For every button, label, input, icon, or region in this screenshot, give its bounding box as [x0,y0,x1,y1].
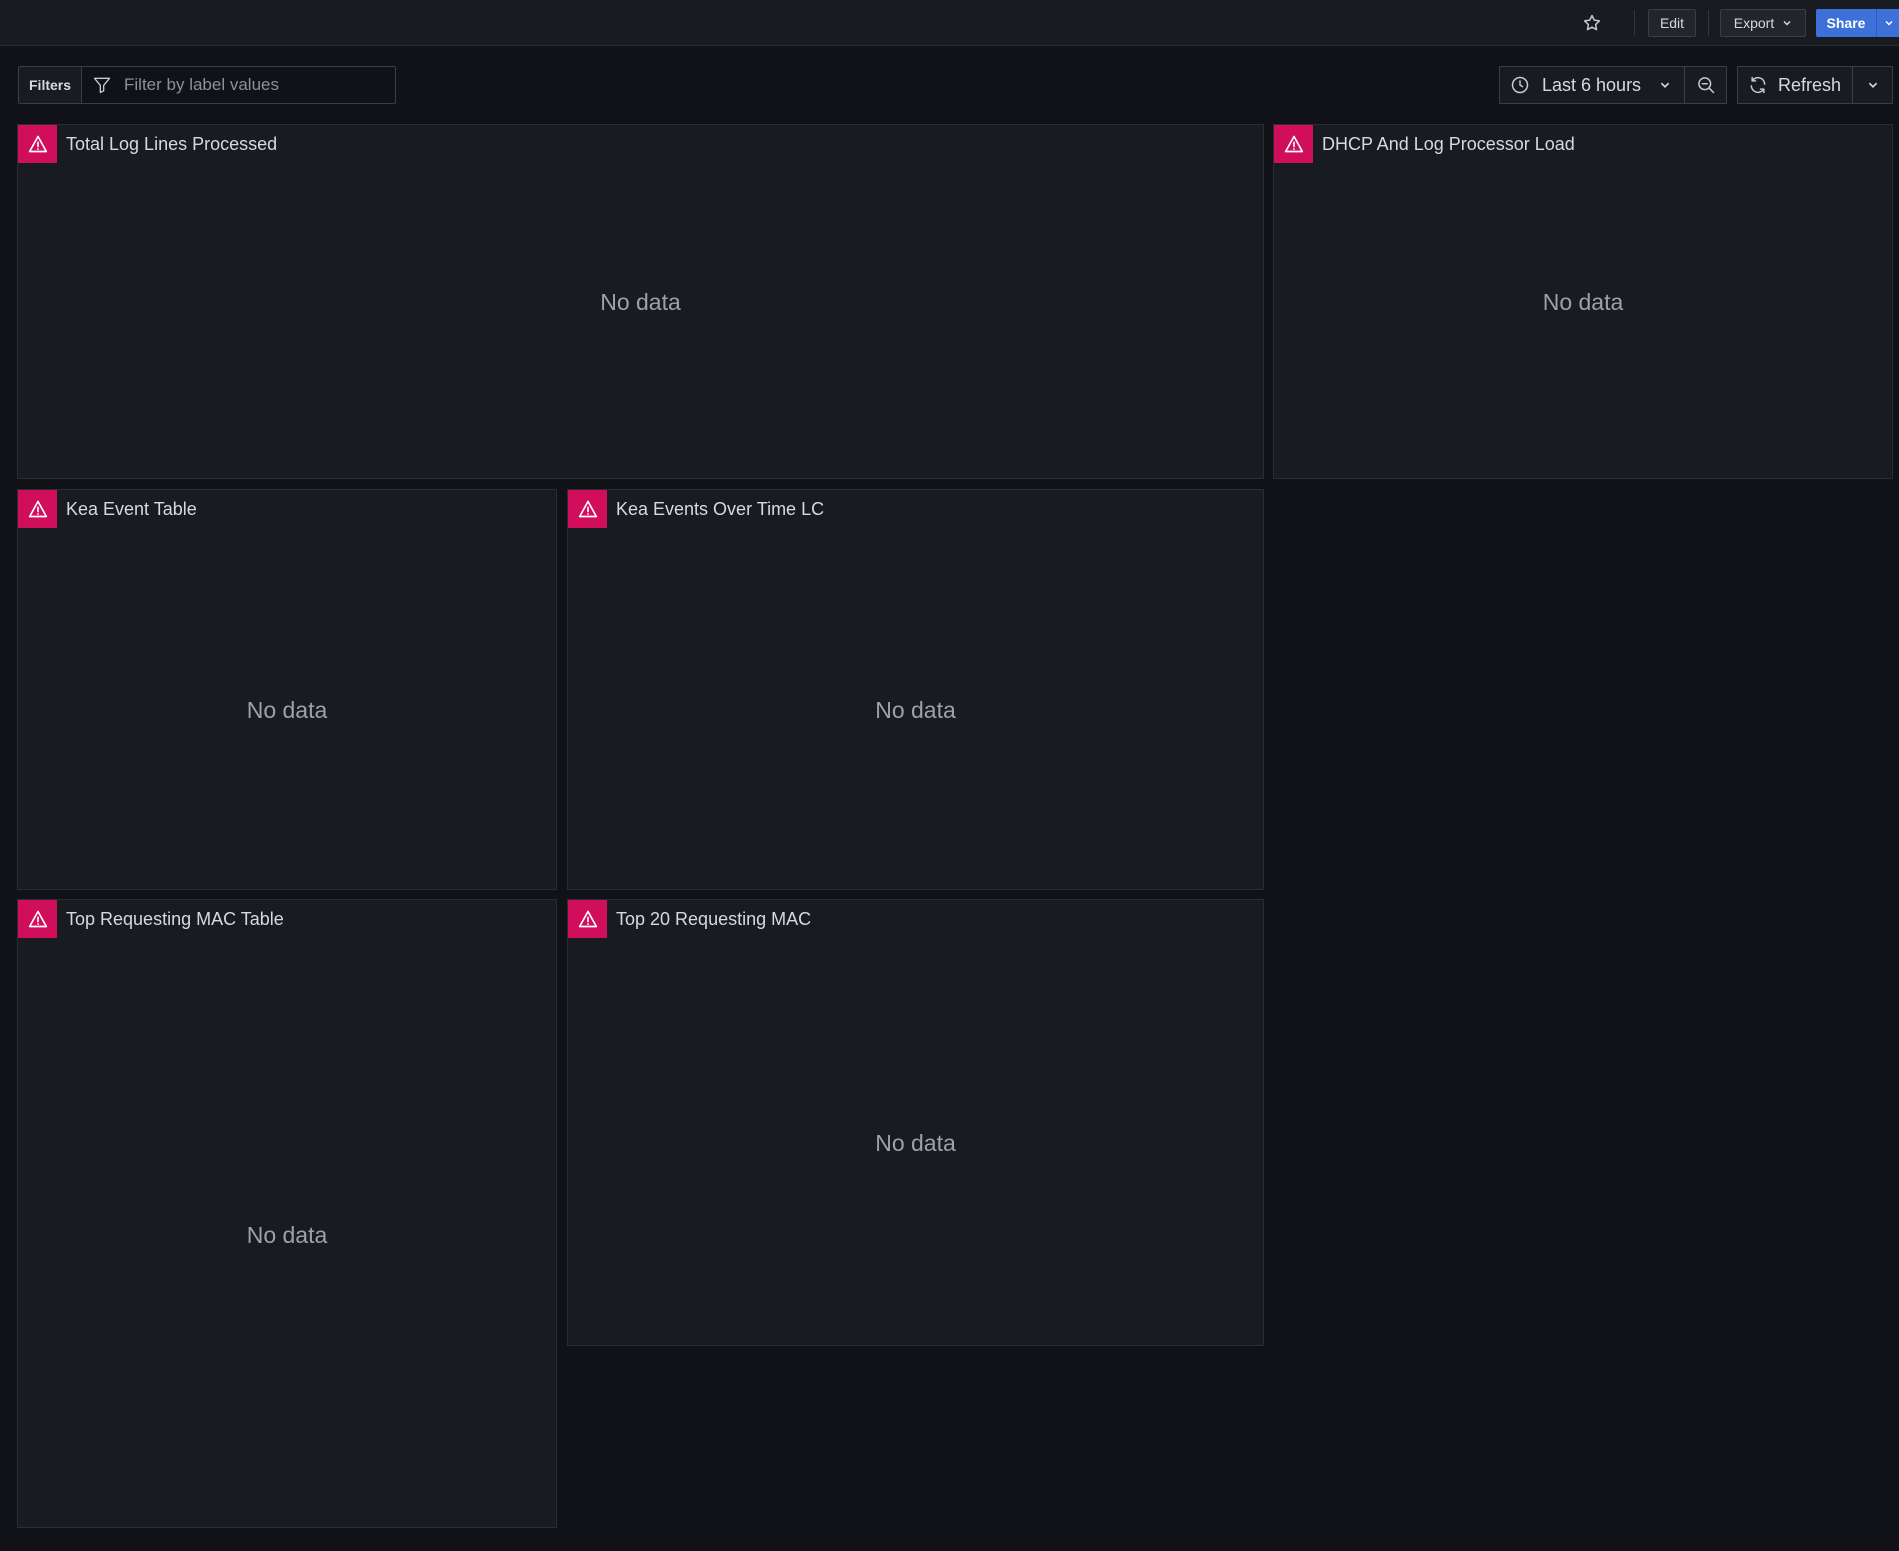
top-navbar: Edit Export Share [0,0,1899,46]
panel-top-20-requesting-mac: Top 20 Requesting MAC No data [567,899,1264,1346]
export-label: Export [1733,15,1775,31]
filter-input-wrapper[interactable] [82,67,395,103]
no-data-message: No data [875,1130,956,1156]
chevron-down-icon [1884,18,1894,28]
time-picker-button[interactable]: Last 6 hours [1499,66,1685,104]
refresh-interval-button[interactable] [1852,66,1893,104]
no-data-message: No data [600,289,681,315]
warning-icon[interactable] [18,490,57,528]
panel-title[interactable]: Kea Events Over Time LC [616,499,824,520]
panel-title[interactable]: Top Requesting MAC Table [66,909,284,930]
filter-icon [92,75,112,95]
export-button[interactable]: Export [1720,9,1806,37]
zoom-out-button[interactable] [1684,66,1727,104]
filters-label: Filters [19,67,83,103]
panel-kea-event-table: Kea Event Table No data [17,489,557,890]
time-picker-label: Last 6 hours [1542,74,1642,95]
chevron-down-icon [1782,18,1792,28]
warning-icon[interactable] [568,490,607,528]
panel-total-log-lines: Total Log Lines Processed No data [17,124,1264,479]
refresh-button[interactable]: Refresh [1737,66,1853,104]
panel-title[interactable]: DHCP And Log Processor Load [1322,134,1575,155]
star-icon[interactable] [1580,12,1604,34]
share-button[interactable]: Share [1816,9,1876,37]
warning-icon[interactable] [18,125,57,163]
chevron-down-icon [1867,79,1879,91]
dashboard-controls: Filters Last 6 hours Refresh [0,46,1899,124]
panel-title[interactable]: Total Log Lines Processed [66,134,277,155]
panel-title[interactable]: Kea Event Table [66,499,197,520]
no-data-message: No data [246,697,328,723]
warning-icon[interactable] [568,900,607,938]
warning-icon[interactable] [18,900,57,938]
refresh-label: Refresh [1778,74,1842,95]
panel-kea-events-over-time: Kea Events Over Time LC No data [567,489,1264,890]
no-data-message: No data [246,1222,328,1248]
zoom-out-icon [1696,75,1716,95]
warning-icon[interactable] [1274,125,1313,163]
clock-icon [1510,75,1530,95]
no-data-message: No data [1542,289,1624,315]
toolbar-divider [1708,10,1709,36]
refresh-icon [1748,75,1768,95]
no-data-message: No data [875,697,956,723]
edit-button[interactable]: Edit [1648,9,1696,37]
filters-bar: Filters [18,66,396,104]
toolbar-divider [1634,10,1635,36]
panel-dhcp-load: DHCP And Log Processor Load No data [1273,124,1893,479]
filter-input[interactable] [122,74,377,96]
panel-title[interactable]: Top 20 Requesting MAC [616,909,811,930]
chevron-down-icon [1659,79,1671,91]
share-dropdown-button[interactable] [1876,9,1899,37]
panel-top-requesting-mac-table: Top Requesting MAC Table No data [17,899,557,1528]
